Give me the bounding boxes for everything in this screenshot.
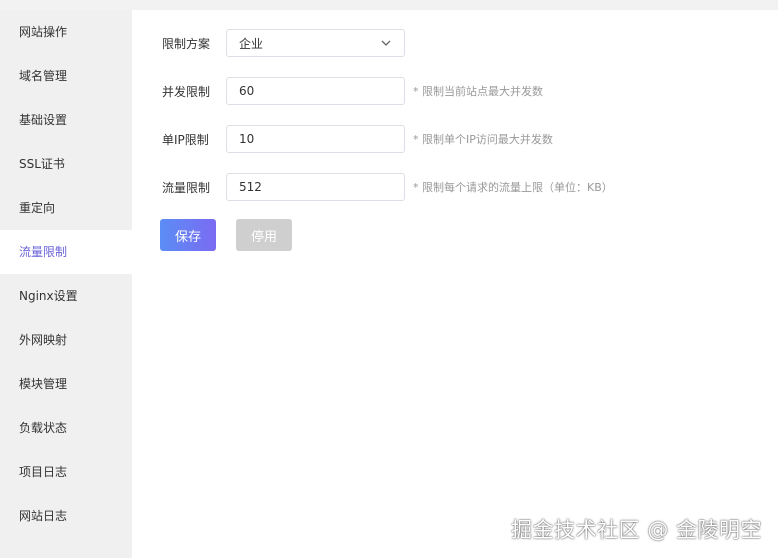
sidebar-item-site-logs[interactable]: 网站日志 <box>0 494 132 538</box>
sidebar-item-external-mapping[interactable]: 外网映射 <box>0 318 132 362</box>
traffic-limit-panel: 限制方案 企业 并发限制 * 限制当前站点最大并发数 单IP限制 * 限制单个I… <box>132 10 778 558</box>
sidebar-item-site-operations[interactable]: 网站操作 <box>0 10 132 54</box>
sidebar-item-module-management[interactable]: 模块管理 <box>0 362 132 406</box>
per-ip-input[interactable] <box>226 125 405 153</box>
plan-selected-value: 企业 <box>239 36 264 51</box>
watermark: 掘金技术社区 @ 金陵明空 <box>511 518 762 542</box>
concurrency-input[interactable] <box>226 77 405 105</box>
disable-button[interactable]: 停用 <box>236 219 292 251</box>
plan-label: 限制方案 <box>162 36 211 51</box>
per-ip-hint: * 限制单个IP访问最大并发数 <box>413 133 553 146</box>
plan-select[interactable]: 企业 <box>226 29 405 57</box>
chevron-down-icon <box>381 40 391 46</box>
top-strip <box>0 0 778 10</box>
concurrency-hint: * 限制当前站点最大并发数 <box>413 85 543 98</box>
concurrency-row: 并发限制 * 限制当前站点最大并发数 <box>132 77 543 105</box>
sidebar-item-project-logs[interactable]: 项目日志 <box>0 450 132 494</box>
sidebar-item-redirect[interactable]: 重定向 <box>0 186 132 230</box>
traffic-row: 流量限制 * 限制每个请求的流量上限（单位：KB） <box>132 173 613 201</box>
per-ip-row: 单IP限制 * 限制单个IP访问最大并发数 <box>132 125 553 153</box>
per-ip-label: 单IP限制 <box>162 132 209 147</box>
sidebar: 网站操作 域名管理 基础设置 SSL证书 重定向 流量限制 Nginx设置 外网… <box>0 10 132 558</box>
save-button[interactable]: 保存 <box>160 219 216 251</box>
sidebar-item-traffic-limit[interactable]: 流量限制 <box>0 230 132 274</box>
sidebar-item-ssl-certificate[interactable]: SSL证书 <box>0 142 132 186</box>
sidebar-item-domain-management[interactable]: 域名管理 <box>0 54 132 98</box>
traffic-hint: * 限制每个请求的流量上限（单位：KB） <box>413 181 613 194</box>
sidebar-item-nginx-settings[interactable]: Nginx设置 <box>0 274 132 318</box>
traffic-input[interactable] <box>226 173 405 201</box>
traffic-label: 流量限制 <box>162 180 211 195</box>
concurrency-label: 并发限制 <box>162 84 211 99</box>
sidebar-item-basic-settings[interactable]: 基础设置 <box>0 98 132 142</box>
sidebar-item-load-status[interactable]: 负载状态 <box>0 406 132 450</box>
plan-row: 限制方案 企业 <box>132 29 405 57</box>
